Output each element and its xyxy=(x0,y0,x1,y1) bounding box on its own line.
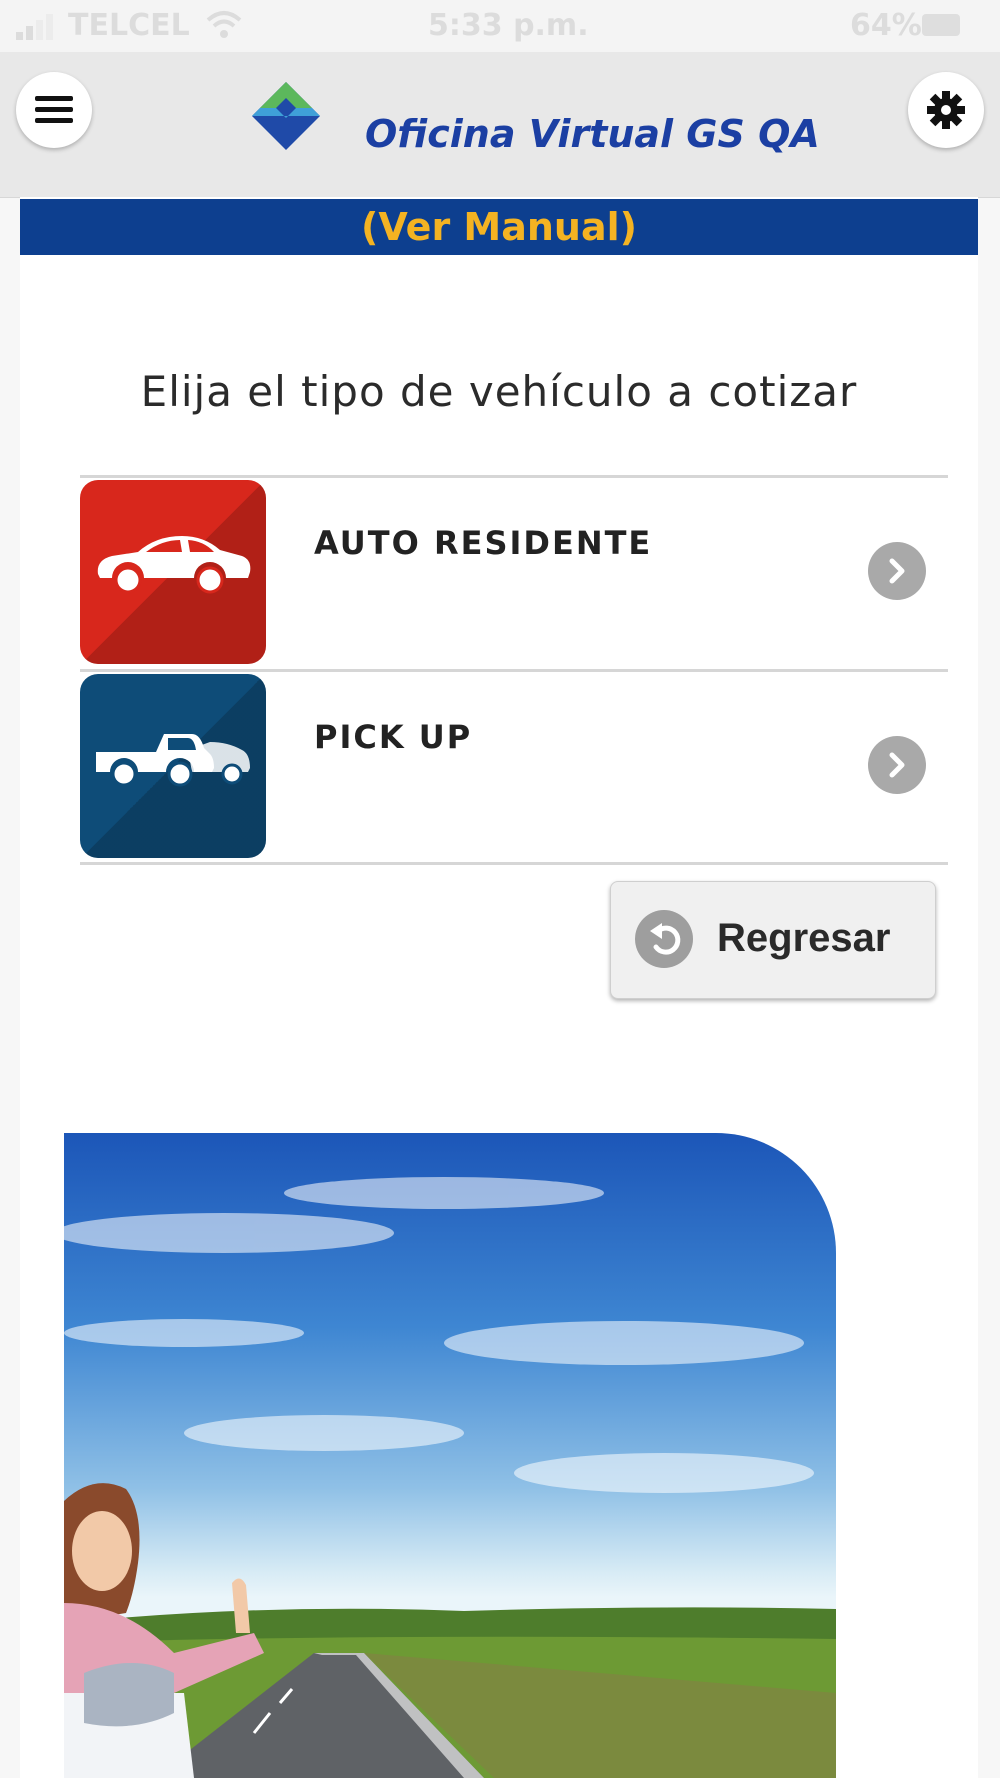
app-logo xyxy=(252,82,320,150)
undo-arrow-icon xyxy=(635,910,693,968)
manual-banner[interactable]: (Ver Manual) xyxy=(20,199,978,255)
menu-button[interactable] xyxy=(16,72,92,148)
chevron-right-icon[interactable] xyxy=(868,542,926,600)
clock: 5:33 p.m. xyxy=(428,8,589,43)
page-heading: Elija el tipo de vehículo a cotizar xyxy=(140,367,858,416)
vehicle-option-auto-residente[interactable]: AUTO RESIDENTE xyxy=(80,475,948,668)
vehicle-option-label: PICK UP xyxy=(314,718,473,756)
wifi-icon xyxy=(206,11,242,38)
battery-icon xyxy=(922,14,960,36)
app-title: Oficina Virtual GS QA xyxy=(365,112,820,156)
gear-icon xyxy=(927,91,965,129)
car-icon xyxy=(97,536,251,594)
back-button[interactable]: Regresar xyxy=(610,881,936,999)
auto-tile xyxy=(80,480,266,664)
pickup-tile xyxy=(80,674,266,858)
battery-percent: 64% xyxy=(850,8,922,43)
main-content: (Ver Manual) Elija el tipo de vehículo a… xyxy=(20,197,978,1778)
app-header: Oficina Virtual GS QA xyxy=(0,52,1000,198)
carrier-name: TELCEL xyxy=(68,8,190,43)
vehicle-option-label: AUTO RESIDENTE xyxy=(314,524,653,562)
status-bar: TELCEL 5:33 p.m. 64% xyxy=(0,0,1000,52)
settings-button[interactable] xyxy=(908,72,984,148)
manual-link[interactable]: (Ver Manual) xyxy=(361,205,637,249)
promo-banner-image xyxy=(64,1133,836,1778)
vehicle-option-pick-up[interactable]: PICK UP xyxy=(80,669,948,865)
chevron-right-icon[interactable] xyxy=(868,736,926,794)
back-button-label: Regresar xyxy=(717,916,891,960)
hamburger-menu-icon xyxy=(35,96,73,123)
signal-icon xyxy=(16,14,53,40)
pickup-truck-icon xyxy=(96,734,250,787)
